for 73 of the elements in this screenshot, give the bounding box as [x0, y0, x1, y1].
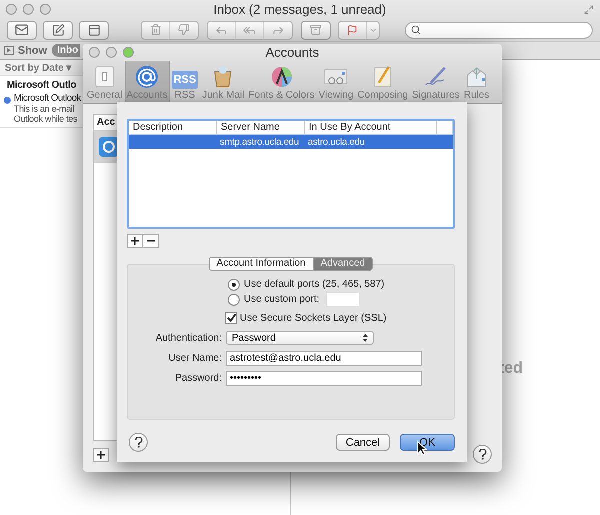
plus-icon — [97, 450, 105, 458]
preferences-tab[interactable]: Junk Mail — [200, 61, 247, 103]
message-preview: This is an e-mail — [14, 104, 76, 114]
password-field[interactable]: ••••••••• — [226, 370, 422, 386]
field-label: Authentication: — [154, 332, 222, 344]
table-row[interactable]: smtp.astro.ucla.edu astro.ucla.edu — [129, 135, 453, 149]
remove-button[interactable] — [143, 234, 159, 248]
checkbox-label: Use Secure Sockets Layer (SSL) — [240, 312, 387, 324]
rules-icon — [464, 65, 489, 89]
ok-button[interactable]: OK — [400, 434, 455, 451]
window-control[interactable] — [40, 4, 51, 15]
archive-button[interactable] — [301, 20, 331, 40]
message-preview: Outlook while tes — [14, 114, 78, 124]
radio-button[interactable] — [228, 294, 240, 306]
preferences-tab[interactable]: Viewing — [316, 61, 356, 103]
compose-button[interactable] — [43, 20, 73, 40]
color-wheel-icon — [270, 65, 294, 89]
authentication-popup[interactable]: Password — [226, 331, 374, 345]
window-control[interactable] — [6, 4, 17, 15]
thumbs-down-icon — [178, 24, 190, 36]
table-cell-text: astro.ucla.edu — [307, 136, 366, 148]
radio-button[interactable] — [228, 278, 240, 290]
question-mark-icon — [478, 449, 486, 460]
window-control[interactable] — [89, 47, 100, 58]
up-down-arrows-icon — [363, 334, 368, 342]
search-icon — [411, 25, 421, 35]
field-label: User Name: — [168, 352, 222, 364]
preferences-tab[interactable]: RSS RSS — [170, 61, 200, 103]
switch-icon — [92, 65, 117, 89]
add-button[interactable] — [93, 448, 109, 462]
preferences-tab[interactable]: General — [85, 61, 125, 103]
archive-box-icon — [310, 24, 322, 36]
mailbox-button[interactable]: Inbo — [52, 44, 80, 57]
cancel-button[interactable]: Cancel — [336, 434, 390, 451]
panel-icon — [88, 24, 100, 36]
question-mark-icon — [134, 437, 142, 448]
help-button[interactable] — [473, 445, 492, 464]
message-sender: Microsoft Outlo — [7, 80, 78, 91]
column-header[interactable]: Description — [129, 121, 217, 134]
plus-icon — [131, 237, 139, 245]
sort-menu[interactable]: Sort by Date ▾ — [5, 62, 72, 74]
tab[interactable]: Account Information — [208, 257, 314, 271]
get-mail-button[interactable] — [7, 20, 37, 40]
field-label: Password: — [174, 372, 222, 384]
window-title: Accounts — [266, 45, 320, 60]
port-field[interactable] — [326, 292, 360, 307]
preferences-tab[interactable]: Signatures — [410, 61, 462, 103]
window-control[interactable] — [23, 4, 34, 15]
radio-label: Use default ports (25, 465, 587) — [244, 279, 385, 290]
fullscreen-icon[interactable] — [584, 4, 594, 14]
compose-icon — [52, 24, 64, 36]
search-field[interactable] — [405, 22, 593, 38]
envelope-icon — [15, 23, 29, 37]
tab[interactable]: Advanced — [314, 257, 374, 271]
table-cell-text: smtp.astro.ucla.edu — [219, 136, 300, 148]
window-title: Inbox (2 messages, 1 unread) — [214, 2, 386, 17]
help-button[interactable] — [129, 433, 148, 452]
checkbox[interactable] — [225, 312, 237, 324]
preferences-tab[interactable]: Rules — [462, 61, 492, 103]
show-button[interactable]: Show — [4, 44, 48, 56]
rss-icon: RSS — [172, 71, 198, 89]
add-button[interactable] — [127, 234, 143, 248]
column-header[interactable]: In Use By Account — [305, 121, 437, 134]
window-control[interactable] — [106, 47, 117, 58]
layout-button[interactable] — [79, 20, 109, 40]
radio-label: Use custom port: — [244, 294, 320, 305]
user-name-field[interactable]: astrotest@astro.ucla.edu — [226, 350, 422, 366]
trash-icon — [150, 24, 162, 36]
window-control[interactable] — [123, 47, 134, 58]
play-icon — [4, 46, 14, 55]
message-subject: Microsoft Outlook — [14, 93, 82, 104]
flag-icon — [347, 24, 358, 36]
column-header[interactable]: Server Name — [217, 121, 305, 134]
